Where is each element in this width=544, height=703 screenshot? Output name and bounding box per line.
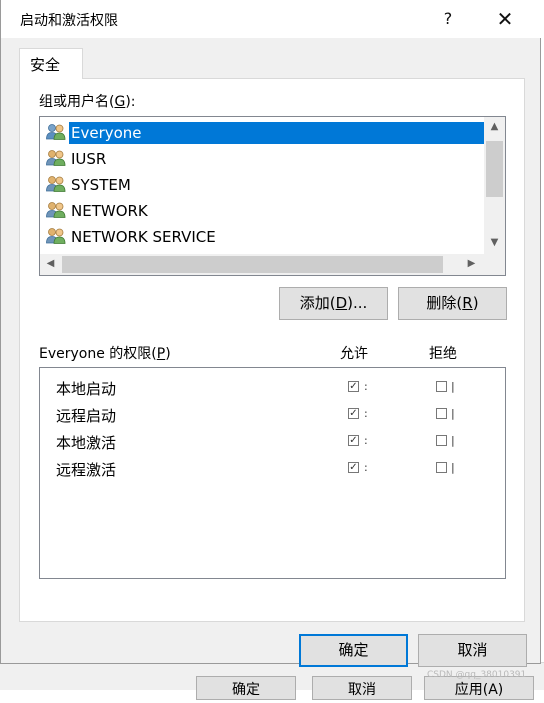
permission-row: 远程激活 ✓ : | bbox=[40, 455, 505, 482]
permissions-label-suffix: ) bbox=[165, 346, 171, 362]
remove-button-label: 删除( bbox=[426, 294, 463, 312]
scroll-up-arrow-icon[interactable]: ▲ bbox=[484, 117, 505, 137]
cancel-button[interactable]: 取消 bbox=[418, 634, 527, 667]
list-item[interactable]: NETWORK SERVICE bbox=[46, 223, 484, 247]
permission-name: 本地激活 bbox=[56, 434, 117, 452]
allow-checkbox[interactable]: ✓ bbox=[348, 408, 359, 419]
list-item[interactable]: Everyone bbox=[46, 119, 487, 144]
list-item[interactable]: IUSR bbox=[46, 145, 484, 169]
allow-checkbox[interactable]: ✓ bbox=[348, 462, 359, 473]
remove-button-suffix: ) bbox=[472, 294, 479, 312]
users-label-suffix: ): bbox=[125, 94, 136, 110]
permission-name: 本地启动 bbox=[56, 380, 117, 398]
list-item-label: NETWORK SERVICE bbox=[71, 228, 216, 246]
help-button[interactable]: ? bbox=[425, 4, 471, 34]
tab-security[interactable]: 安全 bbox=[19, 48, 83, 79]
users-label: 组或用户名(G): bbox=[39, 91, 136, 111]
users-label-accesskey: G bbox=[114, 94, 126, 110]
permissions-label: Everyone 的权限(P) bbox=[39, 343, 171, 363]
clipped-mark: : bbox=[364, 434, 368, 447]
title-bar: 启动和激活权限 ? ✕ bbox=[1, 0, 542, 38]
watermark: CSDN @qq_38010391 bbox=[427, 670, 527, 680]
remove-button-accesskey: R bbox=[462, 294, 473, 312]
scrollbar-corner bbox=[484, 254, 505, 275]
permission-row: 本地启动 ✓ : | bbox=[40, 374, 505, 401]
user-group-icon bbox=[46, 228, 66, 244]
background-cancel-button: 取消 bbox=[312, 676, 412, 700]
launch-activation-permissions-dialog: 启动和激活权限 ? ✕ 安全 组或用户名(G): Everyone IUSR S… bbox=[0, 0, 542, 667]
deny-checkbox[interactable] bbox=[436, 408, 447, 419]
deny-column-header: 拒绝 bbox=[429, 346, 457, 362]
window-title: 启动和激活权限 bbox=[20, 13, 118, 29]
user-group-icon bbox=[46, 124, 66, 140]
background-ok-button: 确定 bbox=[196, 676, 296, 700]
clipped-mark: | bbox=[451, 407, 455, 420]
deny-checkbox[interactable] bbox=[436, 462, 447, 473]
ok-button[interactable]: 确定 bbox=[299, 634, 408, 667]
users-label-prefix: 组或用户名( bbox=[39, 94, 115, 110]
users-listbox[interactable]: Everyone IUSR SYSTEM NETWORK NETWORK SER… bbox=[39, 116, 506, 276]
scroll-left-arrow-icon[interactable]: ◀ bbox=[40, 254, 61, 274]
list-item-label: SYSTEM bbox=[71, 176, 131, 194]
close-button[interactable]: ✕ bbox=[482, 4, 528, 34]
horizontal-scrollbar[interactable]: ◀ ▶ bbox=[40, 254, 484, 275]
permissions-label-prefix: Everyone 的权限( bbox=[39, 346, 157, 362]
remove-button[interactable]: 删除(R) bbox=[398, 287, 507, 320]
add-button-suffix: )... bbox=[347, 294, 368, 312]
permission-name: 远程激活 bbox=[56, 461, 117, 479]
permission-row: 本地激活 ✓ : | bbox=[40, 428, 505, 455]
deny-checkbox[interactable] bbox=[436, 435, 447, 446]
clipped-mark: | bbox=[451, 380, 455, 393]
permission-row: 远程启动 ✓ : | bbox=[40, 401, 505, 428]
tab-security-label: 安全 bbox=[30, 56, 61, 74]
add-button[interactable]: 添加(D)... bbox=[279, 287, 388, 320]
clipped-mark: | bbox=[451, 434, 455, 447]
allow-checkbox[interactable]: ✓ bbox=[348, 435, 359, 446]
deny-checkbox[interactable] bbox=[436, 381, 447, 392]
clipped-mark: : bbox=[364, 461, 368, 474]
add-button-accesskey: D bbox=[335, 294, 348, 312]
permissions-label-accesskey: P bbox=[156, 346, 166, 362]
vertical-scroll-thumb[interactable] bbox=[486, 141, 503, 197]
clipped-mark: | bbox=[451, 461, 455, 474]
list-item[interactable]: SYSTEM bbox=[46, 171, 484, 195]
add-button-label: 添加( bbox=[299, 294, 336, 312]
list-item-label: IUSR bbox=[71, 150, 107, 168]
horizontal-scroll-thumb[interactable] bbox=[62, 256, 443, 273]
scroll-down-arrow-icon[interactable]: ▼ bbox=[484, 233, 505, 253]
user-group-icon bbox=[46, 202, 66, 218]
permission-name: 远程启动 bbox=[56, 407, 117, 425]
allow-column-header: 允许 bbox=[340, 346, 368, 362]
clipped-mark: : bbox=[364, 380, 368, 393]
allow-checkbox[interactable]: ✓ bbox=[348, 381, 359, 392]
list-item[interactable]: NETWORK bbox=[46, 197, 484, 221]
user-group-icon bbox=[46, 176, 66, 192]
user-group-icon bbox=[46, 150, 66, 166]
list-item-label: NETWORK bbox=[71, 202, 148, 220]
vertical-scrollbar[interactable]: ▲ ▼ bbox=[484, 117, 505, 255]
permissions-list: 本地启动 ✓ : | 远程启动 ✓ : | 本地激活 ✓ : | 远程激活 ✓ … bbox=[39, 367, 506, 579]
scroll-right-arrow-icon[interactable]: ▶ bbox=[461, 254, 482, 274]
list-item-label: Everyone bbox=[69, 122, 487, 144]
clipped-mark: : bbox=[364, 407, 368, 420]
